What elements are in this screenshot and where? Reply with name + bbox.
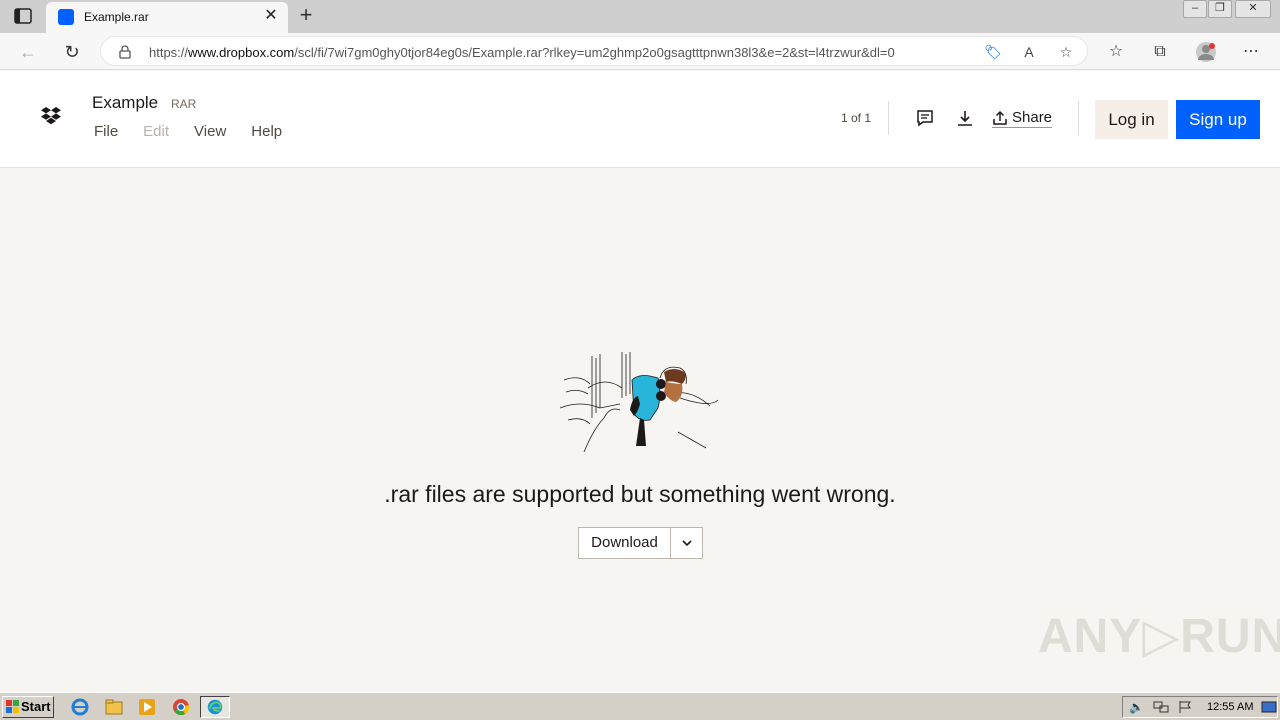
anyrun-watermark: ANY▷RUN	[1038, 610, 1280, 663]
url-text: https://www.dropbox.com/scl/fi/7wi7gm0gh…	[149, 45, 895, 60]
start-button[interactable]: Start	[2, 696, 54, 718]
close-window-icon[interactable]: ✕	[1235, 0, 1271, 18]
browser-tab[interactable]: Example.rar ✕	[46, 2, 288, 33]
media-player-icon[interactable]	[137, 697, 157, 717]
file-menu-bar: File Edit View Help	[94, 123, 307, 140]
more-menu-icon[interactable]: ⋯	[1240, 41, 1262, 63]
restore-icon[interactable]: ❐	[1208, 0, 1232, 18]
action-center-flag-icon[interactable]	[1177, 700, 1193, 714]
chevron-down-icon	[681, 540, 692, 547]
add-favorite-icon[interactable]: ☆	[1056, 42, 1076, 62]
start-label: Start	[21, 699, 51, 714]
volume-icon[interactable]: 🔈	[1129, 700, 1145, 714]
address-bar: ← ↻ https://www.dropbox.com/scl/fi/7wi7g…	[0, 33, 1280, 70]
show-desktop-icon[interactable]	[1261, 700, 1277, 714]
browser-tab-bar: Example.rar ✕ + – ❐ ✕	[0, 0, 1280, 33]
tab-actions-icon[interactable]	[14, 8, 32, 24]
minimize-icon[interactable]: –	[1183, 0, 1207, 18]
url-field[interactable]: https://www.dropbox.com/scl/fi/7wi7gm0gh…	[100, 36, 1088, 66]
divider	[1078, 101, 1079, 135]
internet-explorer-icon[interactable]	[70, 697, 90, 717]
profile-avatar-icon[interactable]	[1195, 41, 1217, 63]
back-icon[interactable]: ←	[16, 40, 40, 64]
close-tab-icon[interactable]: ✕	[262, 7, 280, 25]
login-button[interactable]: Log in	[1095, 100, 1168, 139]
edge-taskbar-button[interactable]	[200, 696, 230, 718]
binoculars-illustration	[560, 352, 719, 453]
menu-view[interactable]: View	[194, 123, 226, 140]
menu-edit: Edit	[143, 123, 170, 140]
dropbox-logo-icon[interactable]	[40, 107, 62, 127]
download-icon[interactable]	[954, 107, 976, 129]
new-tab-icon[interactable]: +	[295, 4, 317, 26]
read-aloud-icon[interactable]: A	[1019, 42, 1039, 62]
taskbar: Start 🔈 12:55 AM	[0, 692, 1280, 720]
download-button-group: Download	[578, 527, 703, 559]
page-count: 1 of 1	[841, 111, 872, 125]
menu-file[interactable]: File	[94, 123, 118, 140]
dropbox-favicon-icon	[58, 9, 74, 25]
divider	[888, 101, 889, 135]
collections-icon[interactable]: ⧉	[1149, 41, 1171, 63]
comment-icon[interactable]	[914, 107, 936, 129]
clock: 12:55 AM	[1207, 701, 1254, 713]
system-tray: 🔈 12:55 AM	[1122, 696, 1278, 718]
windows-flag-icon	[6, 700, 19, 713]
file-extension: RAR	[171, 97, 197, 111]
favorites-icon[interactable]: ☆	[1105, 41, 1127, 63]
chrome-icon[interactable]	[171, 697, 191, 717]
file-name: Example	[92, 93, 159, 112]
share-button[interactable]: Share	[992, 109, 1053, 128]
refresh-icon[interactable]: ↻	[60, 40, 84, 64]
coupon-tag-icon[interactable]: 🏷	[983, 42, 1003, 62]
file-explorer-icon[interactable]	[104, 697, 124, 717]
edge-icon	[207, 699, 223, 715]
download-button[interactable]: Download	[579, 528, 671, 558]
menu-help[interactable]: Help	[251, 123, 282, 140]
network-icon[interactable]	[1153, 700, 1169, 714]
download-options-button[interactable]	[671, 528, 702, 558]
signup-button[interactable]: Sign up	[1176, 100, 1260, 139]
dropbox-header: Example RAR File Edit View Help 1 of 1 S…	[0, 71, 1280, 168]
share-icon	[993, 110, 1007, 125]
lock-icon	[119, 45, 131, 59]
tab-title: Example.rar	[84, 10, 149, 24]
share-label: Share	[1012, 109, 1053, 126]
error-message: .rar files are supported but something w…	[384, 481, 896, 507]
